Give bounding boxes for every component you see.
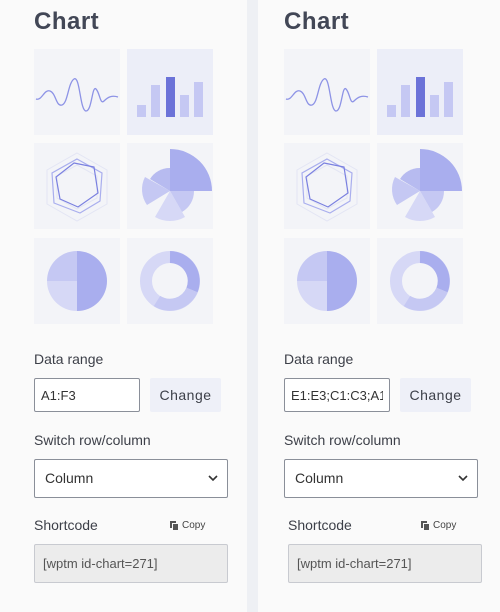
chart-type-line[interactable]: [34, 49, 120, 135]
copy-label: Copy: [433, 520, 457, 531]
chart-type-radar[interactable]: [284, 143, 370, 229]
doughnut-chart-icon: [390, 251, 450, 311]
chart-type-pie[interactable]: [284, 238, 370, 324]
chart-type-polar-area[interactable]: [377, 143, 463, 229]
radar-chart-icon: [46, 152, 108, 222]
chart-type-doughnut[interactable]: [127, 238, 213, 324]
chart-settings-panel-left: Chart Data range A1:F3 Change Switch row…: [0, 0, 247, 612]
switch-row-column-select[interactable]: Column: [284, 459, 478, 498]
chart-type-bar[interactable]: [377, 49, 463, 135]
switch-row-column-label: Switch row/column: [34, 432, 151, 448]
chart-type-radar[interactable]: [34, 143, 120, 229]
bar-chart-icon: [387, 77, 453, 117]
select-value: Column: [45, 470, 94, 486]
shortcode-field: [wptm id-chart=271]: [34, 544, 228, 583]
change-range-button[interactable]: Change: [150, 378, 221, 412]
polar-area-chart-icon: [392, 149, 462, 222]
chart-type-line[interactable]: [284, 49, 370, 135]
select-value: Column: [295, 470, 344, 486]
chart-type-pie[interactable]: [34, 238, 120, 324]
data-range-label: Data range: [284, 351, 354, 367]
doughnut-chart-icon: [140, 251, 200, 311]
chart-type-doughnut[interactable]: [377, 238, 463, 324]
copy-shortcode-button[interactable]: Copy: [170, 520, 205, 531]
pie-chart-icon: [297, 251, 357, 311]
chevron-down-icon: [458, 475, 468, 482]
copy-label: Copy: [182, 520, 206, 531]
chevron-down-icon: [208, 475, 218, 482]
panel-title: Chart: [34, 8, 100, 35]
line-chart-icon: [35, 78, 119, 112]
bar-chart-icon: [137, 77, 203, 117]
shortcode-field: [wptm id-chart=271]: [288, 544, 482, 583]
radar-chart-icon: [296, 152, 358, 222]
switch-row-column-select[interactable]: Column: [34, 459, 228, 498]
copy-shortcode-button[interactable]: Copy: [421, 520, 456, 531]
pie-chart-icon: [47, 251, 107, 311]
chart-settings-panel-right: Chart Data range E1:E3;C1:C3;A1:A3 Chang…: [258, 0, 500, 612]
data-range-input[interactable]: [34, 378, 140, 412]
chart-type-bar[interactable]: [127, 49, 213, 135]
shortcode-label: Shortcode: [288, 517, 352, 533]
polar-area-chart-icon: [142, 149, 212, 222]
switch-row-column-label: Switch row/column: [284, 432, 401, 448]
data-range-input[interactable]: [284, 378, 390, 412]
chart-type-polar-area[interactable]: [127, 143, 213, 229]
data-range-label: Data range: [34, 351, 104, 367]
shortcode-label: Shortcode: [34, 517, 98, 533]
line-chart-icon: [285, 78, 369, 112]
panel-title: Chart: [284, 8, 350, 35]
change-range-button[interactable]: Change: [400, 378, 471, 412]
copy-icon: [421, 520, 430, 531]
copy-icon: [170, 520, 179, 531]
